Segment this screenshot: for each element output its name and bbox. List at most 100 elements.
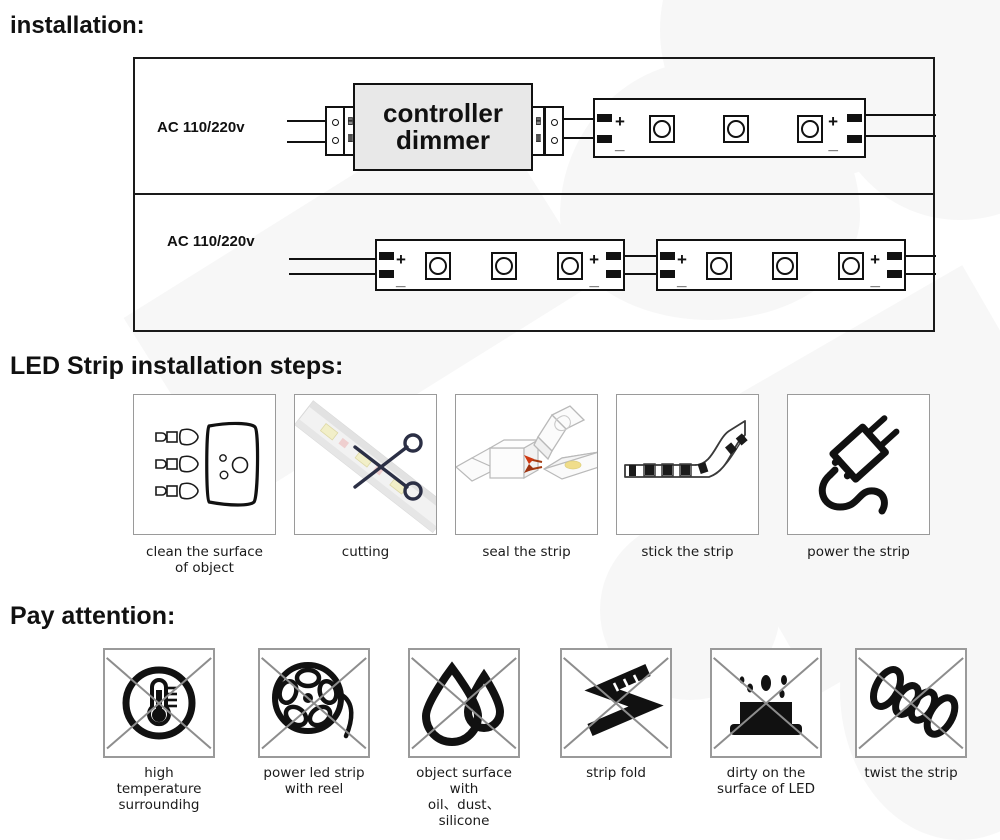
solder-pad-positive	[887, 252, 902, 260]
terminal-mark: ▥	[535, 133, 542, 144]
solder-pad-negative	[606, 270, 621, 278]
screw-icon	[550, 136, 558, 144]
prohibition-cross-icon	[712, 650, 820, 756]
led-chip	[706, 252, 732, 280]
led-chip	[491, 252, 517, 280]
step-card-stick-strip: stick the strip	[616, 394, 759, 561]
led-chip	[723, 115, 749, 143]
led-strip-row1: + _ + _	[593, 98, 866, 158]
solder-pad-positive	[606, 252, 621, 260]
diagram-row-direct: AC 110/220v + _ + _ + _ + _	[135, 195, 936, 332]
prohibition-cross-icon	[105, 650, 213, 756]
section-title-attention: Pay attention:	[10, 602, 176, 630]
solder-pad-negative	[660, 270, 675, 278]
installation-steps-list: clean the surface of object cutting seal…	[133, 394, 1000, 584]
led-chip	[772, 252, 798, 280]
prohibition-cross-icon	[260, 650, 368, 756]
led-chip	[649, 115, 675, 143]
step-illustration-box	[616, 394, 759, 535]
scissors-cutting-icon	[295, 400, 436, 534]
stick-strip-icon	[624, 420, 748, 478]
led-chip	[425, 252, 451, 280]
input-screw-terminal	[325, 106, 345, 156]
ac-input-label-row1: AC 110/220v	[157, 119, 245, 136]
dc-wire-negative	[563, 137, 595, 139]
step-illustration-box	[787, 394, 930, 535]
warning-label: twist the strip	[864, 765, 958, 781]
led-strip-row2-first: + _ + _	[375, 239, 625, 291]
warning-illustration-box	[103, 648, 215, 758]
strip-tail-wire-positive	[864, 114, 936, 116]
seal-strip-glue-icon	[456, 405, 597, 482]
mains-wire-neutral	[287, 141, 327, 143]
strip1-right-plus-sign: +	[589, 250, 599, 269]
mains-wire-live-row2	[289, 258, 377, 260]
warning-illustration-box	[710, 648, 822, 758]
strip-left-plus-sign: +	[615, 112, 625, 131]
solder-pad-positive	[597, 114, 612, 122]
led-chip	[838, 252, 864, 280]
clean-surface-icon	[155, 421, 260, 507]
solder-pad-positive	[847, 114, 862, 122]
solder-pad-negative	[597, 135, 612, 143]
step-label: seal the strip	[482, 544, 571, 560]
warning-illustration-box	[560, 648, 672, 758]
warning-illustration-box	[258, 648, 370, 758]
strip1-right-minus-sign: _	[589, 270, 599, 289]
strip-tail-wire-negative	[904, 273, 936, 275]
strip-tail-wire-negative	[864, 135, 936, 137]
warning-card-strip-fold: strip fold	[560, 648, 672, 782]
solder-pad-negative	[887, 270, 902, 278]
warning-label: object surface with oil、dust、silicone	[416, 765, 512, 829]
diagram-row-controller: AC 110/220v ▤ ▥ controller dimmer ▤ ▥ + …	[135, 59, 936, 195]
warning-card-high-temperature: high temperature surroundihg	[103, 648, 215, 814]
solder-pad-negative	[379, 270, 394, 278]
warning-label: dirty on the surface of LED	[717, 765, 815, 797]
link-wire-negative	[624, 273, 660, 275]
warnings-list: high temperature surroundihg power led s…	[103, 648, 1000, 829]
ac-input-label-row2: AC 110/220v	[167, 233, 255, 250]
warning-label: high temperature surroundihg	[116, 765, 202, 813]
strip2-right-plus-sign: +	[870, 250, 880, 269]
controller-label-line2: dimmer	[396, 125, 490, 155]
led-chip	[557, 252, 583, 280]
prohibition-cross-icon	[562, 650, 670, 756]
strip-right-plus-sign: +	[828, 112, 838, 131]
step-card-clean-surface: clean the surface of object	[133, 394, 276, 577]
wiring-diagram: AC 110/220v ▤ ▥ controller dimmer ▤ ▥ + …	[133, 57, 936, 332]
output-connector-body: ▤ ▥	[531, 106, 545, 156]
warning-card-power-with-reel: power led strip with reel	[258, 648, 370, 798]
step-label: power the strip	[807, 544, 910, 560]
terminal-mark: ▥	[347, 133, 354, 144]
step-illustration-box	[133, 394, 276, 535]
strip2-left-plus-sign: +	[677, 250, 687, 269]
prohibition-cross-icon	[410, 650, 518, 756]
step-card-cutting: cutting	[294, 394, 437, 561]
strip-tail-wire-positive	[904, 255, 936, 257]
step-illustration-box	[294, 394, 437, 535]
section-title-steps: LED Strip installation steps:	[10, 352, 344, 380]
controller-label-line1: controller	[383, 97, 503, 128]
strip-left-minus-sign: _	[615, 134, 625, 153]
link-wire-positive	[624, 255, 660, 257]
dc-wire-positive	[563, 118, 595, 120]
step-label: stick the strip	[641, 544, 734, 560]
warning-label: power led strip with reel	[263, 765, 365, 797]
warning-label: strip fold	[586, 765, 646, 781]
strip2-left-minus-sign: _	[677, 270, 687, 289]
step-card-seal-strip: seal the strip	[455, 394, 598, 561]
warning-illustration-box	[408, 648, 520, 758]
warning-card-twist-strip: twist the strip	[855, 648, 967, 782]
warning-illustration-box	[855, 648, 967, 758]
output-screw-terminal	[544, 106, 564, 156]
mains-wire-neutral-row2	[289, 273, 377, 275]
terminal-mark: ▤	[535, 116, 542, 127]
prohibition-cross-icon	[857, 650, 965, 756]
step-card-power-strip: power the strip	[787, 394, 930, 561]
terminal-mark: ▤	[347, 116, 354, 127]
solder-pad-positive	[379, 252, 394, 260]
mains-wire-live	[287, 120, 327, 122]
solder-pad-negative	[847, 135, 862, 143]
strip2-right-minus-sign: _	[870, 270, 880, 289]
screw-icon	[331, 118, 339, 126]
